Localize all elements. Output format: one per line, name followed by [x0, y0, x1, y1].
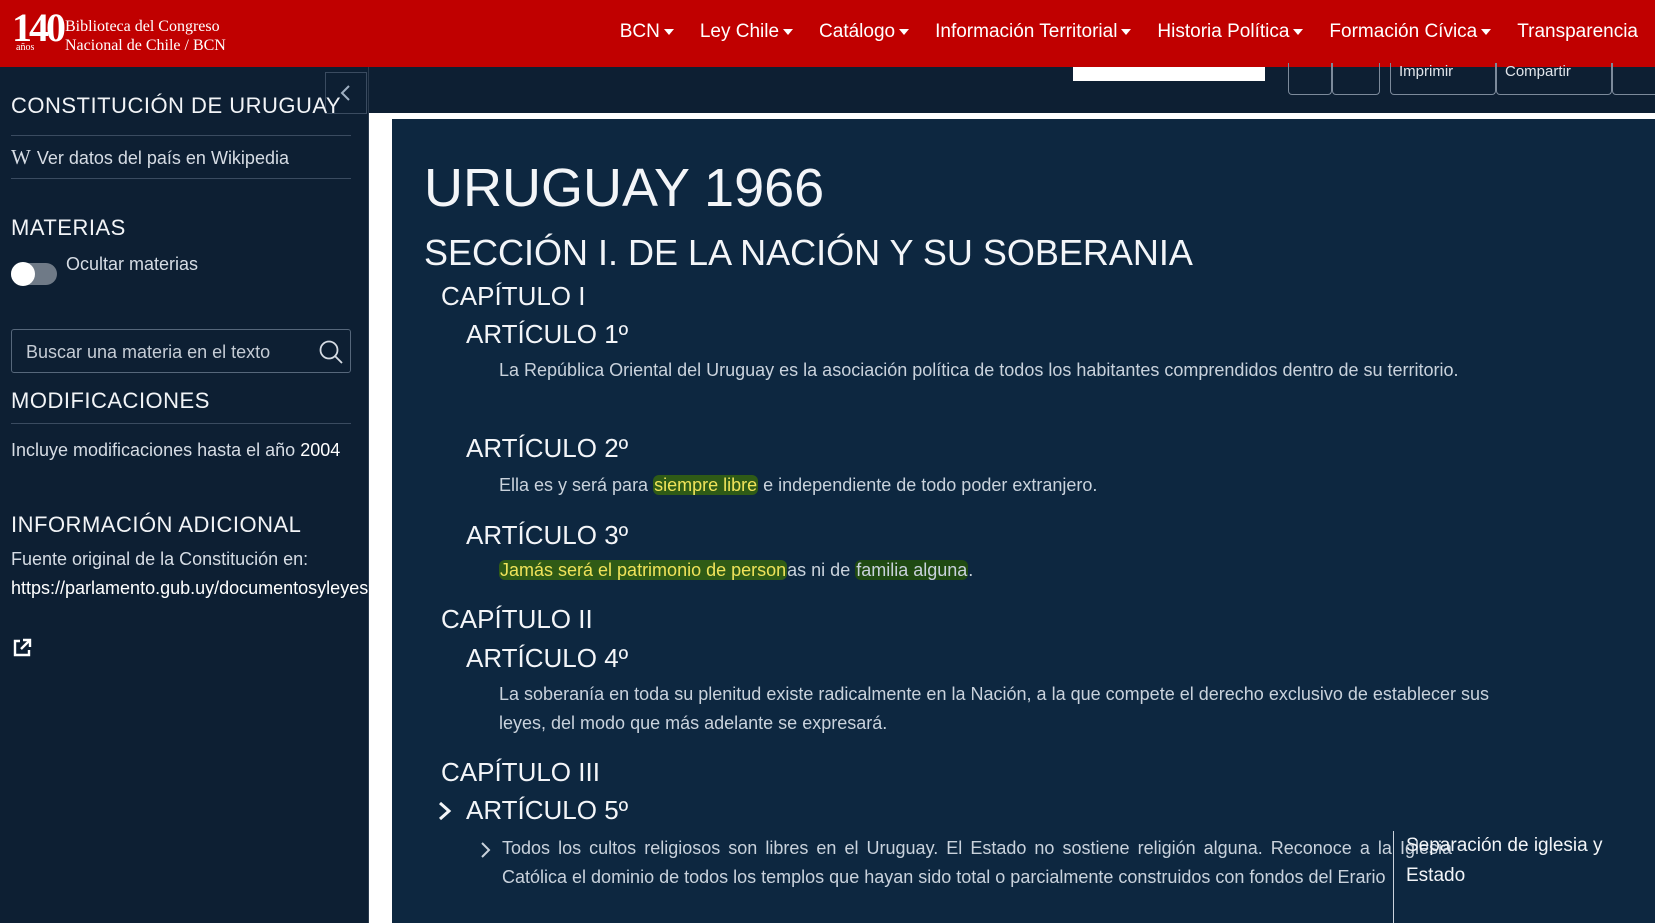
divider [11, 135, 351, 136]
nav-informacion-territorial-label: Información Territorial [935, 21, 1118, 42]
font-decrease-button[interactable] [1288, 63, 1332, 95]
side-note-label: Separación de iglesia y Estado [1406, 835, 1603, 886]
nav-ley-chile-label: Ley Chile [699, 21, 780, 42]
caret-down-icon [1293, 29, 1304, 35]
chevron-right-icon[interactable] [480, 841, 492, 859]
article-5-heading[interactable]: ARTÍCULO 5º [466, 795, 628, 826]
nav-formacion-civica[interactable]: Formación Cívica [1329, 21, 1492, 43]
caret-down-icon [1481, 29, 1492, 35]
modificaciones-text: Incluye modificaciones hasta el año 2004 [11, 440, 340, 461]
nav-bcn[interactable]: BCN [620, 21, 674, 43]
nav-ley-chile[interactable]: Ley Chile [699, 21, 794, 43]
section-heading: SECCIÓN I. DE LA NACIÓN Y SU SOBERANIA [424, 232, 1193, 273]
document-title: URUGUAY 1966 [424, 158, 825, 218]
article-2-text-post: e independiente de todo poder extranjero… [758, 475, 1098, 495]
nav-informacion-territorial[interactable]: Información Territorial [935, 21, 1132, 43]
article-1-heading: ARTÍCULO 1º [466, 319, 629, 349]
article-5-text: Todos los cultos religiosos son libres e… [502, 838, 1452, 887]
article-4-heading: ARTÍCULO 4º [466, 643, 629, 673]
share-button[interactable]: Compartir [1496, 63, 1612, 95]
wikipedia-link[interactable]: W Ver datos del país en Wikipedia [11, 145, 289, 170]
share-label: Compartir [1505, 63, 1571, 80]
info-source-link[interactable]: https://parlamento.gub.uy/documentosyley… [11, 578, 368, 599]
divider [11, 423, 351, 424]
more-tools-button[interactable] [1612, 63, 1655, 95]
info-adicional-title: INFORMACIÓN ADICIONAL [11, 512, 302, 537]
nav-historia-politica-label: Historia Política [1157, 21, 1290, 42]
sidebar: CONSTITUCIÓN DE URUGUAY W Ver datos del p… [0, 67, 369, 923]
modificaciones-year: 2004 [300, 440, 341, 460]
caret-down-icon [783, 29, 794, 35]
main-nav: BCN Ley Chile Catálogo Información Terri… [620, 0, 1655, 64]
external-link-icon[interactable] [11, 637, 33, 659]
materia-highlight[interactable]: siempre libre [653, 475, 759, 495]
font-increase-button[interactable] [1332, 63, 1380, 95]
bcn-logo[interactable]: 140 años Biblioteca del Congreso Naciona… [8, 2, 268, 62]
toolbar-widget-3[interactable] [1221, 67, 1265, 81]
article-2-text: Ella es y será para siempre libre e inde… [499, 471, 1489, 500]
wikipedia-link-label: Ver datos del país en Wikipedia [36, 148, 289, 168]
article-3-text-end: . [968, 560, 974, 580]
modificaciones-label: Incluye modificaciones hasta el año [11, 440, 296, 460]
nav-transparencia-label: Transparencia [1517, 21, 1638, 42]
nav-catalogo[interactable]: Catálogo [819, 21, 910, 43]
materia-search-box [11, 329, 351, 373]
toggle-knob [11, 262, 35, 286]
nav-historia-politica[interactable]: Historia Política [1157, 21, 1304, 43]
article-3-text-mid: as ni de [787, 560, 856, 580]
toolbar-widget-2[interactable] [1121, 67, 1221, 81]
materia-highlight[interactable]: familia alguna [855, 560, 969, 580]
chapter-3-heading: CAPÍTULO III [441, 757, 600, 787]
toggle-label: Ocultar materias [66, 254, 199, 274]
chapter-1-heading: CAPÍTULO I [441, 281, 586, 311]
wikipedia-icon: W [11, 145, 31, 169]
constitution-title: CONSTITUCIÓN DE URUGUAY [11, 93, 342, 118]
print-label: Imprimir [1399, 63, 1454, 80]
article-4-text: La soberanía en toda su plenitud existe … [499, 684, 1489, 733]
print-button[interactable]: Imprimir [1390, 63, 1496, 95]
toolbar-widget[interactable] [1073, 67, 1121, 81]
materia-highlight[interactable]: Jamás será el patrimonio de person [499, 560, 788, 580]
search-icon[interactable] [318, 339, 344, 365]
materia-search-input[interactable] [24, 338, 308, 366]
caret-down-icon [1121, 29, 1132, 35]
nav-bcn-label: BCN [619, 21, 660, 42]
constitution-text-panel: URUGUAY 1966 SECCIÓN I. DE LA NACIÓN Y S… [386, 113, 1655, 923]
materia-side-note[interactable]: Separación de iglesia y Estado [1393, 831, 1643, 923]
article-2-text-pre: Ella es y será para [499, 475, 654, 495]
caret-down-icon [899, 29, 910, 35]
toolbar-strip: Imprimir Compartir [369, 63, 1655, 113]
caret-down-icon [663, 29, 674, 35]
chevron-right-icon[interactable] [437, 800, 453, 822]
materias-title: MATERIAS [11, 215, 126, 240]
article-1-text: La República Oriental del Uruguay es la … [499, 360, 1459, 380]
nav-catalogo-label: Catálogo [819, 21, 896, 42]
divider [11, 178, 351, 179]
logo-line-1: Biblioteca del Congreso [65, 18, 220, 35]
nav-formacion-civica-label: Formación Cívica [1329, 21, 1478, 42]
logo-line-2: Nacional de Chile / BCN [65, 37, 226, 54]
top-navigation-bar: 140 años Biblioteca del Congreso Naciona… [0, 0, 1655, 67]
chapter-2-heading: CAPÍTULO II [441, 604, 593, 634]
article-2-heading: ARTÍCULO 2º [466, 433, 629, 463]
nav-transparencia[interactable]: Transparencia [1517, 21, 1638, 43]
hide-materias-toggle[interactable] [11, 262, 57, 286]
info-source-text: Fuente original de la Constitución en: [11, 549, 309, 569]
article-3-text: Jamás será el patrimonio de personas ni … [499, 556, 1489, 585]
logo-anos-text: años [16, 42, 35, 53]
article-3-heading: ARTÍCULO 3º [466, 520, 629, 550]
modificaciones-title: MODIFICACIONES [11, 388, 210, 413]
